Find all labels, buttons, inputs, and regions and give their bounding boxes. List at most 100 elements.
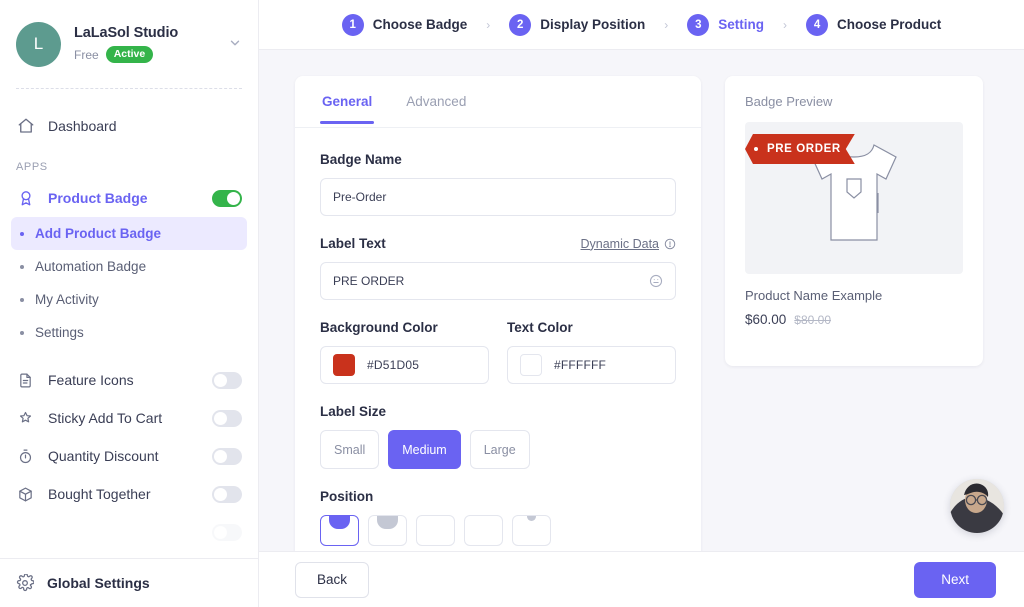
step-choose-badge[interactable]: 1 Choose Badge: [341, 13, 468, 36]
sidebar-item-label: Product Badge: [48, 190, 148, 206]
store-meta: LaLaSol Studio Free Active: [74, 25, 222, 64]
background-color-label: Background Color: [320, 320, 438, 335]
field-label-text: Label Text Dynamic Data PRE ORDER: [320, 236, 676, 300]
ribbon-hole-icon: [754, 147, 758, 151]
sidebar-item-product-badge[interactable]: Product Badge: [0, 179, 258, 217]
step-number: 2: [509, 13, 532, 36]
text-color-input[interactable]: #FFFFFF: [507, 346, 676, 384]
bullet-icon: [20, 231, 24, 236]
preview-product-name: Product Name Example: [745, 288, 883, 303]
field-position: Position: [320, 489, 676, 546]
avatar: L: [16, 21, 61, 67]
size-option-small[interactable]: Small: [320, 430, 380, 469]
form-body: Badge Name Pre-Order Label Text Dynamic …: [295, 128, 701, 546]
step-display-position[interactable]: 2 Display Position: [509, 13, 645, 36]
size-option-large[interactable]: Large: [469, 430, 530, 469]
toggle-sticky-add-to-cart[interactable]: [212, 409, 242, 427]
timer-icon: [16, 447, 35, 466]
bullet-icon: [20, 330, 24, 335]
toggle-feature-icons[interactable]: [212, 371, 242, 389]
step-choose-product[interactable]: 4 Choose Product: [806, 13, 941, 36]
info-icon: [664, 238, 676, 249]
sidebar-item-settings[interactable]: Settings: [11, 316, 247, 349]
sidebar-item-add-product-badge[interactable]: Add Product Badge: [11, 217, 247, 250]
toggle-quantity-discount[interactable]: [212, 447, 242, 465]
label-text-label: Label Text: [320, 236, 386, 251]
badge-icon: [16, 189, 35, 208]
wizard-stepper: 1 Choose Badge › 2 Display Position › 3 …: [259, 0, 1024, 50]
step-number: 3: [687, 13, 710, 36]
position-option-top-left[interactable]: [320, 515, 359, 546]
position-label: Position: [320, 489, 374, 504]
person-photo-icon: [950, 479, 1004, 533]
bullet-icon: [20, 297, 24, 302]
step-label: Choose Badge: [372, 17, 468, 32]
sidebar-subitem-label: Add Product Badge: [35, 226, 162, 241]
back-button[interactable]: Back: [295, 561, 370, 598]
toggle-clipped-app[interactable]: [212, 523, 242, 541]
position-shape: [527, 516, 536, 521]
toggle-product-badge[interactable]: [212, 189, 242, 207]
sidebar-item-global-settings[interactable]: Global Settings: [0, 558, 258, 607]
color-fields: Background Color #D51D05 Text Color #FFF…: [320, 320, 676, 384]
support-chat-avatar[interactable]: [950, 479, 1004, 533]
background-color-swatch[interactable]: [333, 354, 355, 376]
background-color-value: #D51D05: [367, 358, 420, 372]
step-label: Setting: [718, 17, 765, 32]
pin-icon: [16, 409, 35, 428]
position-option-bottom[interactable]: [512, 515, 551, 546]
chevron-down-icon[interactable]: [222, 36, 242, 53]
preview-title: Badge Preview: [745, 94, 833, 109]
sidebar-item-label: Feature Icons: [48, 372, 134, 388]
label-text-input[interactable]: PRE ORDER: [320, 262, 676, 300]
preview-image: PRE ORDER: [745, 122, 963, 274]
step-number: 1: [341, 13, 364, 36]
sidebar-section-apps: APPS: [16, 161, 48, 173]
step-setting[interactable]: 3 Setting: [687, 13, 765, 36]
sidebar-item-label: Quantity Discount: [48, 448, 159, 464]
sidebar-item-sticky-add-to-cart[interactable]: Sticky Add To Cart: [0, 399, 258, 437]
sidebar-item-partially-visible[interactable]: [0, 513, 258, 551]
preview-badge-text: PRE ORDER: [767, 143, 841, 155]
position-group: [320, 515, 676, 546]
position-option-middle[interactable]: [464, 515, 503, 546]
tab-advanced[interactable]: Advanced: [404, 94, 468, 124]
home-icon: [16, 117, 35, 136]
sidebar-nav: Dashboard APPS Product Badge Add Product…: [0, 89, 258, 558]
step-arrow-icon: ›: [486, 17, 491, 32]
sidebar-item-bought-together[interactable]: Bought Together: [0, 475, 258, 513]
badge-name-value: Pre-Order: [333, 190, 387, 204]
store-switcher[interactable]: L LaLaSol Studio Free Active: [0, 0, 258, 72]
gear-icon: [16, 574, 34, 592]
preview-prices: $60.00 $80.00: [745, 312, 963, 327]
sidebar-subitem-label: Automation Badge: [35, 259, 147, 274]
sidebar-subitem-label: My Activity: [35, 292, 99, 307]
sidebar-item-label: Sticky Add To Cart: [48, 410, 163, 426]
preview-compare-price: $80.00: [794, 313, 831, 327]
status-badge: Active: [105, 45, 154, 64]
sidebar: L LaLaSol Studio Free Active Dashboard A…: [0, 0, 259, 607]
position-option-top-center[interactable]: [368, 515, 407, 546]
field-text-color: Text Color #FFFFFF: [507, 320, 676, 384]
step-arrow-icon: ›: [664, 17, 669, 32]
tab-general[interactable]: General: [320, 94, 375, 124]
box-icon: [16, 485, 35, 504]
sidebar-item-quantity-discount[interactable]: Quantity Discount: [0, 437, 258, 475]
size-option-medium[interactable]: Medium: [388, 430, 461, 469]
sidebar-item-automation-badge[interactable]: Automation Badge: [11, 250, 247, 283]
plan-label: Free: [74, 47, 99, 62]
wizard-footer: Back Next: [259, 551, 1024, 607]
text-color-swatch[interactable]: [520, 354, 542, 376]
badge-name-input[interactable]: Pre-Order: [320, 178, 676, 216]
sidebar-item-feature-icons[interactable]: Feature Icons: [0, 361, 258, 399]
position-option-top-right[interactable]: [416, 515, 455, 546]
app-root: L LaLaSol Studio Free Active Dashboard A…: [0, 0, 1024, 607]
dynamic-data-link[interactable]: Dynamic Data: [581, 237, 677, 251]
next-button[interactable]: Next: [914, 561, 996, 598]
sidebar-item-my-activity[interactable]: My Activity: [11, 283, 247, 316]
label-size-group: Small Medium Large: [320, 430, 676, 469]
toggle-bought-together[interactable]: [212, 485, 242, 503]
sidebar-item-dashboard[interactable]: Dashboard: [0, 107, 258, 145]
text-color-value: #FFFFFF: [554, 358, 607, 372]
background-color-input[interactable]: #D51D05: [320, 346, 489, 384]
